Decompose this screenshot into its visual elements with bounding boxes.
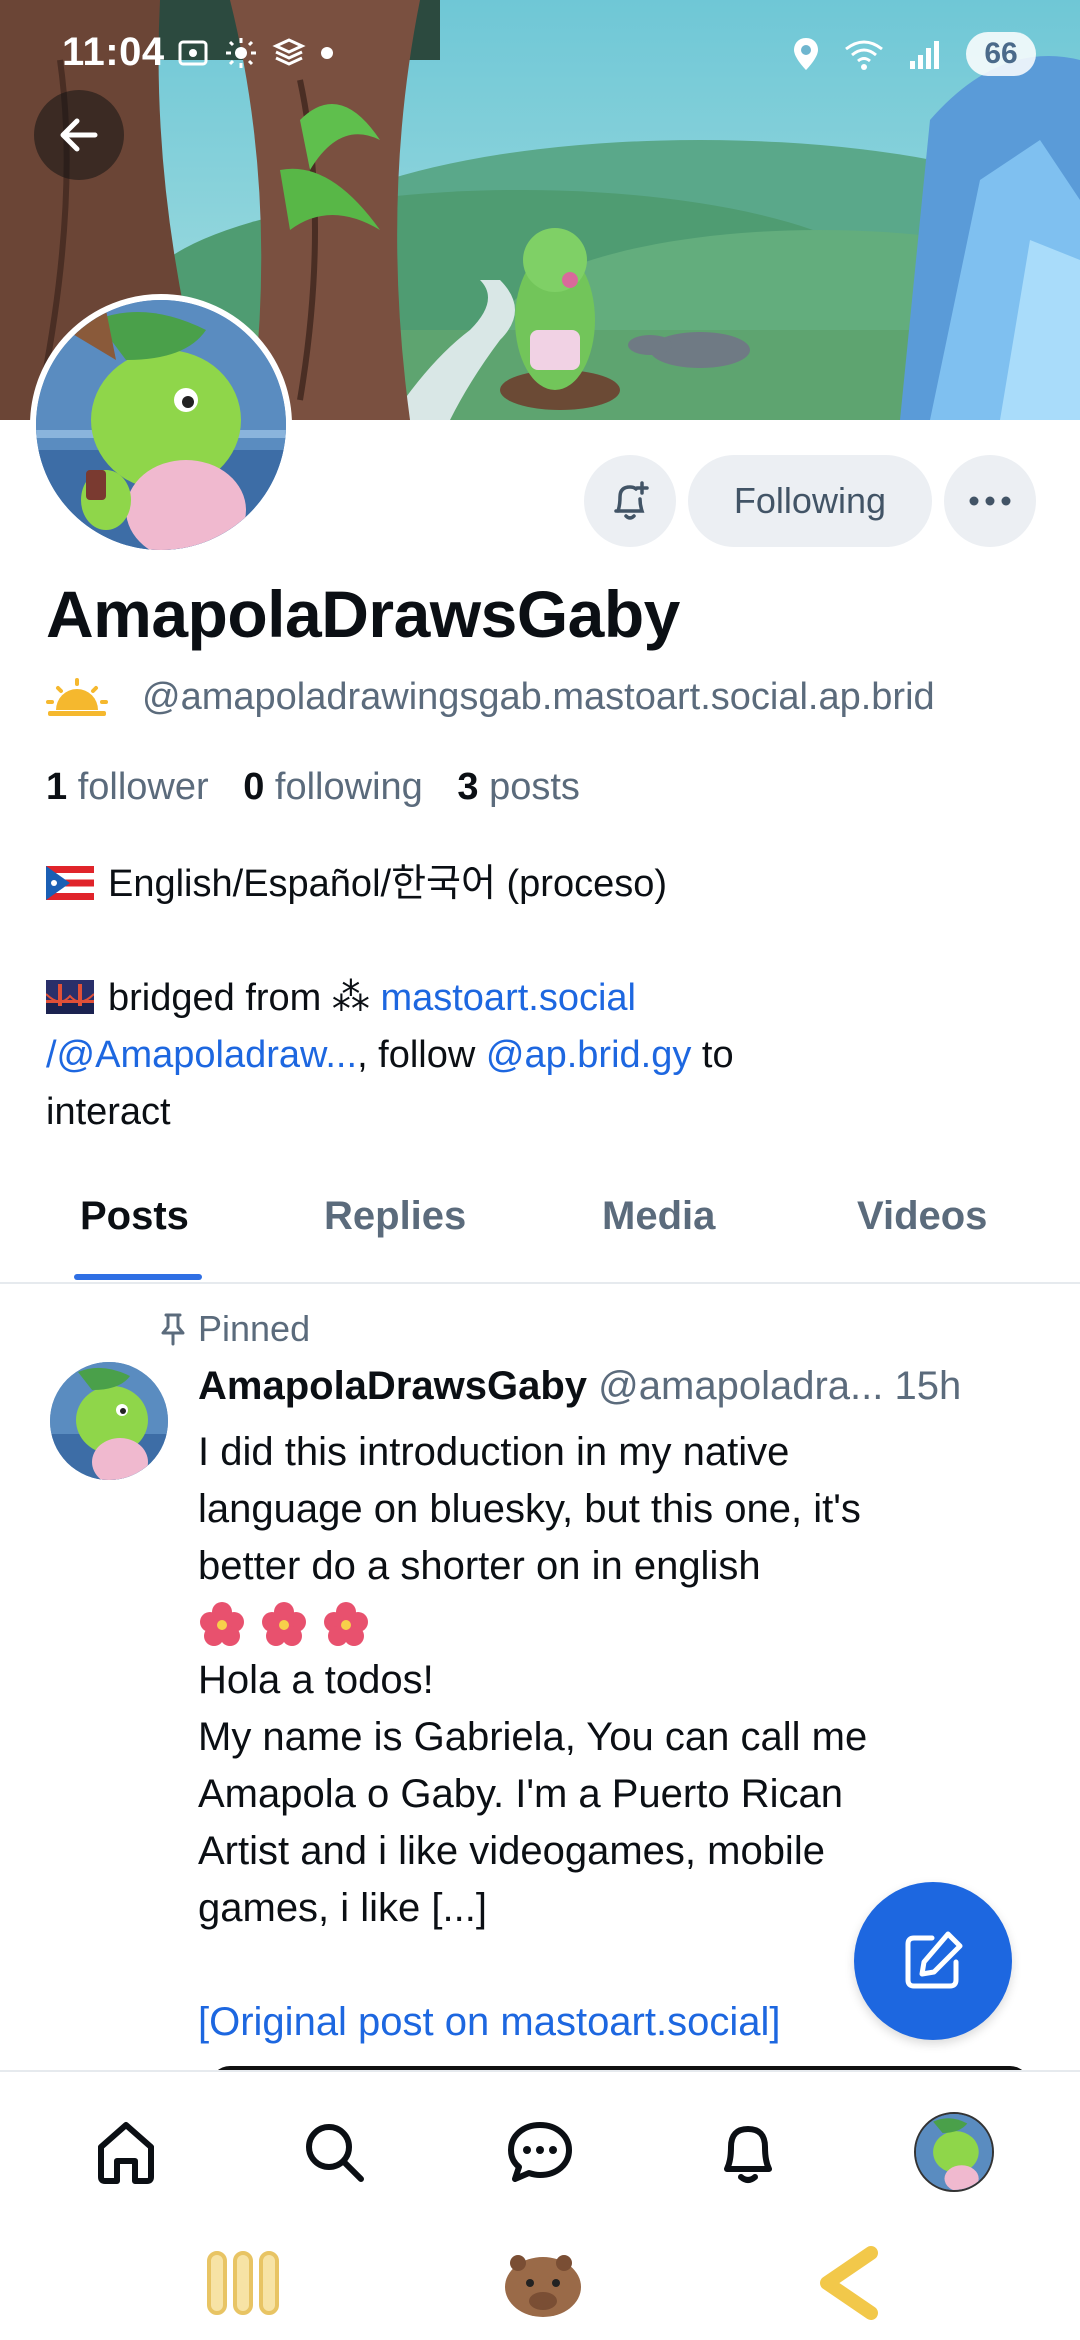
handle-row: @amapoladrawingsgab.mastoart.social.ap.b… bbox=[46, 676, 935, 719]
hibiscus-icon bbox=[200, 1601, 244, 1646]
arrow-left-icon bbox=[60, 118, 98, 152]
status-icons-right: 66 bbox=[792, 32, 1036, 76]
home-system-button[interactable] bbox=[498, 2238, 588, 2328]
nav-chat[interactable] bbox=[502, 2114, 578, 2190]
hibiscus-icon bbox=[324, 1601, 368, 1646]
profile-avatar[interactable] bbox=[30, 294, 292, 556]
display-name: AmapolaDrawsGaby bbox=[46, 577, 680, 651]
profile-bio: English/Español/한국어 (proceso) bridged fr… bbox=[46, 856, 1046, 1141]
bio-link-bridgy[interactable]: @ap.brid.gy bbox=[486, 1034, 691, 1076]
bio-follow-text: , follow bbox=[357, 1034, 486, 1076]
back-chevron-icon bbox=[820, 2246, 878, 2320]
post-author-name[interactable]: AmapolaDrawsGaby bbox=[198, 1364, 587, 1408]
post-text-line: Artist and i like videogames, mobile bbox=[198, 1829, 825, 1873]
post-text-line: Amapola o Gaby. I'm a Puerto Rican bbox=[198, 1772, 843, 1816]
profile-actions: Following bbox=[583, 455, 1036, 547]
profile-tabs: Posts Replies Media Videos bbox=[0, 1180, 1080, 1284]
bell-icon bbox=[724, 2126, 772, 2183]
post-text-line: I did this introduction in my native bbox=[198, 1430, 790, 1474]
home-icon bbox=[98, 2122, 154, 2184]
sunrise-icon bbox=[46, 677, 108, 716]
following-button[interactable]: Following bbox=[687, 455, 932, 547]
location-icon bbox=[794, 38, 818, 70]
recent-apps-icon bbox=[207, 2251, 279, 2315]
wifi-icon bbox=[845, 40, 883, 70]
ellipsis-icon bbox=[969, 496, 1011, 506]
bio-interact-text: interact bbox=[46, 1091, 171, 1133]
bio-link-profile[interactable]: /@Amapoladraw... bbox=[46, 1034, 357, 1076]
hibiscus-emoji-row bbox=[198, 1595, 1018, 1652]
nav-search[interactable] bbox=[296, 2114, 372, 2190]
post-author-handle[interactable]: @amapoladra... bbox=[598, 1364, 883, 1408]
screenshot-icon bbox=[178, 40, 208, 66]
compose-icon bbox=[905, 1931, 963, 1989]
post-header: AmapolaDrawsGaby @amapoladra... 15h bbox=[198, 1364, 961, 1409]
battery-indicator: 66 bbox=[966, 32, 1036, 76]
search-icon bbox=[306, 2124, 364, 2182]
post-timestamp: 15h bbox=[894, 1364, 962, 1408]
status-time: 11:04 bbox=[62, 30, 165, 74]
status-bar: 11:04 66 bbox=[0, 0, 1080, 116]
profile-handle: @amapoladrawingsgab.mastoart.social.ap.b… bbox=[142, 676, 935, 718]
recent-apps-button[interactable] bbox=[198, 2238, 288, 2328]
nav-notifications[interactable] bbox=[710, 2114, 786, 2190]
bio-languages: English/Español/한국어 (proceso) bbox=[108, 863, 668, 905]
tab-media[interactable]: Media bbox=[602, 1194, 715, 1239]
hibiscus-icon bbox=[262, 1601, 306, 1646]
bottom-navigation bbox=[0, 2070, 1080, 2230]
bridge-icon bbox=[46, 980, 94, 1014]
pinned-label: Pinned bbox=[198, 1308, 311, 1349]
bio-bridged-text: bridged from ⁂ bbox=[108, 977, 381, 1019]
system-navigation-bar bbox=[0, 2232, 1080, 2340]
tab-posts[interactable]: Posts bbox=[80, 1194, 189, 1239]
active-tab-indicator bbox=[74, 1274, 202, 1280]
puerto-rico-flag-icon bbox=[46, 866, 94, 900]
tab-replies[interactable]: Replies bbox=[324, 1194, 466, 1239]
following-stat[interactable]: 0 following bbox=[243, 766, 423, 808]
pin-icon bbox=[161, 1313, 185, 1346]
nav-profile-avatar[interactable] bbox=[914, 2112, 994, 2192]
back-system-button[interactable] bbox=[804, 2238, 894, 2328]
app-notification-icon bbox=[272, 38, 306, 66]
dot-icon bbox=[321, 47, 333, 59]
bio-to-text: to bbox=[691, 1034, 734, 1076]
followers-stat[interactable]: 1 follower bbox=[46, 766, 209, 808]
more-options-button[interactable] bbox=[944, 455, 1036, 547]
post-text-line: Hola a todos! bbox=[198, 1658, 434, 1702]
compose-button[interactable] bbox=[854, 1882, 1012, 2040]
brightness-icon bbox=[226, 38, 256, 68]
post-text-line: My name is Gabriela, You can call me bbox=[198, 1715, 868, 1759]
bell-plus-icon bbox=[614, 481, 649, 520]
subscribe-notifications-button[interactable] bbox=[583, 455, 676, 547]
profile-stats: 1 follower 0 following 3 posts bbox=[46, 766, 580, 809]
capybara-home-icon bbox=[505, 2255, 581, 2317]
status-icons-left bbox=[176, 36, 334, 70]
post-author-avatar[interactable] bbox=[50, 1362, 168, 1480]
post-text-line: better do a shorter on in english bbox=[198, 1544, 761, 1588]
nav-home[interactable] bbox=[88, 2114, 164, 2190]
signal-icon bbox=[910, 41, 939, 69]
pinned-indicator: Pinned bbox=[158, 1308, 310, 1350]
tab-videos[interactable]: Videos bbox=[857, 1194, 987, 1239]
back-button[interactable] bbox=[34, 90, 124, 180]
post-text-line: language on bluesky, but this one, it's bbox=[198, 1487, 861, 1531]
bio-link-mastoart[interactable]: mastoart.social bbox=[380, 977, 636, 1019]
posts-stat: 3 posts bbox=[457, 766, 580, 808]
chat-icon bbox=[508, 2122, 572, 2182]
